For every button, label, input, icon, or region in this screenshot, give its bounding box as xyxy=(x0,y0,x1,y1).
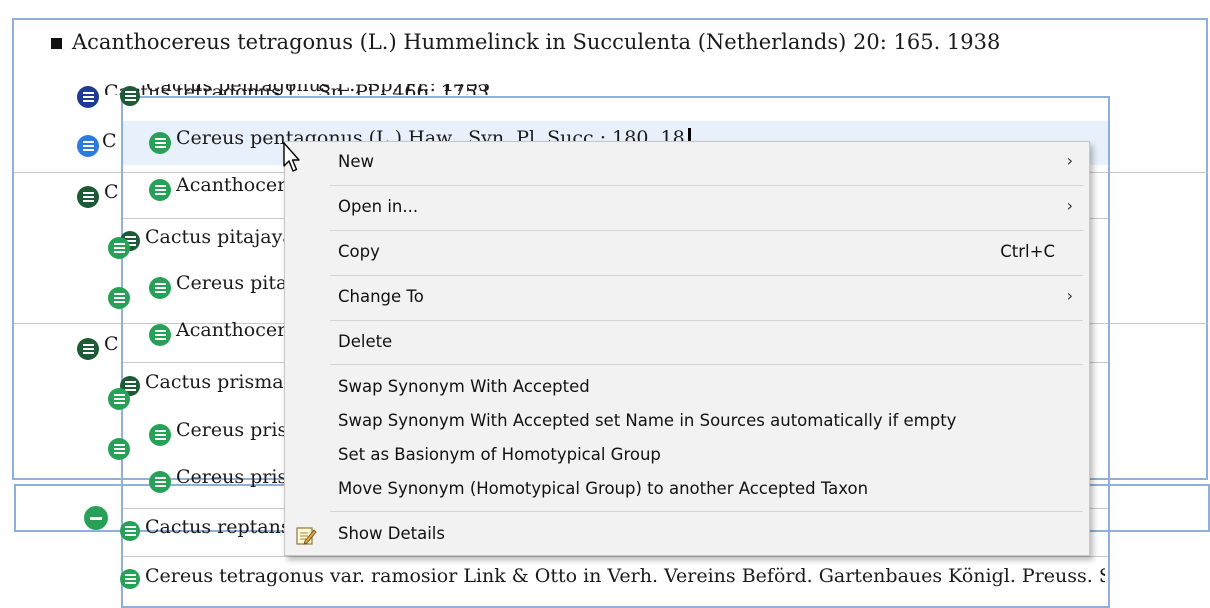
menu-separator xyxy=(330,275,1083,276)
synonym-group-text[interactable]: Cereus tetragonus var. ramosior Link & O… xyxy=(145,565,1105,587)
dash-circle-icon xyxy=(120,86,140,106)
synonym-row-text[interactable]: C xyxy=(104,181,119,203)
edit-note-icon xyxy=(296,527,317,545)
synonym-row-text[interactable]: Cereus pris xyxy=(176,466,287,488)
menu-item-move-synonym[interactable]: Move Synonym (Homotypical Group) to anot… xyxy=(338,479,868,498)
menu-item-change-to[interactable]: Change To xyxy=(338,287,424,306)
menu-item-delete[interactable]: Delete xyxy=(338,332,392,351)
menu-item-open-in[interactable]: Open in... xyxy=(338,197,418,216)
synonym-row-text[interactable]: C xyxy=(104,333,119,355)
equals-circle-icon xyxy=(108,388,130,410)
menu-separator xyxy=(330,230,1083,231)
dash-circle-icon xyxy=(77,338,99,360)
equals-circle-icon xyxy=(77,86,99,108)
menu-item-swap-synonym[interactable]: Swap Synonym With Accepted xyxy=(338,377,590,396)
mouse-pointer-icon xyxy=(283,142,300,172)
chevron-right-icon: › xyxy=(1066,196,1073,215)
chevron-right-icon: › xyxy=(1066,286,1073,305)
copy-shortcut: Ctrl+C xyxy=(1000,242,1055,261)
synonym-row-text[interactable]: Cereus pris xyxy=(176,419,287,441)
menu-item-show-details[interactable]: Show Details xyxy=(338,524,445,543)
dash-circle-icon xyxy=(120,569,140,589)
equals-circle-icon xyxy=(149,132,171,154)
accepted-taxon-heading[interactable]: Acanthocereus tetragonus (L.) Hummelinck… xyxy=(72,30,1000,54)
synonym-row-text[interactable]: Cereus pita xyxy=(176,272,287,294)
accepted-bullet-icon xyxy=(51,38,62,49)
menu-separator xyxy=(330,364,1083,365)
synonym-group-text[interactable]: Cactus pitajaya xyxy=(145,226,294,248)
equals-circle-icon xyxy=(108,438,130,460)
menu-separator xyxy=(330,185,1083,186)
synonym-group-text[interactable]: Cactus reptans xyxy=(145,516,291,538)
synonym-row-text[interactable]: Cactus pentagonus L., Sp. Pl.: 1753 xyxy=(146,84,490,106)
menu-separator xyxy=(330,320,1083,321)
menu-item-new[interactable]: New xyxy=(338,152,374,171)
equals-circle-icon xyxy=(149,179,171,201)
menu-item-copy[interactable]: Copy xyxy=(338,242,380,261)
synonym-row-text[interactable]: C xyxy=(102,130,117,152)
synonym-row-text[interactable]: Acanthocer xyxy=(176,174,286,196)
equals-circle-icon xyxy=(149,277,171,299)
menu-item-swap-synonym-set-name[interactable]: Swap Synonym With Accepted set Name in S… xyxy=(338,411,956,430)
equals-circle-icon xyxy=(149,324,171,346)
equals-circle-icon xyxy=(149,424,171,446)
menu-separator xyxy=(330,511,1083,512)
equals-circle-icon xyxy=(77,135,99,157)
dash-circle-icon xyxy=(120,521,140,541)
synonym-row-text[interactable]: Acanthocer xyxy=(176,319,286,341)
dash-circle-icon xyxy=(84,506,108,530)
menu-item-set-basionym[interactable]: Set as Basionym of Homotypical Group xyxy=(338,445,661,464)
synonym-row-overlap-label: Cactus pentagonus L., Sp. Pl.: 1753 xyxy=(146,84,491,96)
dash-circle-icon xyxy=(77,186,99,208)
chevron-right-icon: › xyxy=(1066,151,1073,170)
equals-circle-icon xyxy=(149,471,171,493)
synonym-group-text[interactable]: Cactus prismat xyxy=(145,371,291,393)
context-menu: New › Open in... › Copy Ctrl+C Change To… xyxy=(284,141,1090,556)
equals-circle-icon xyxy=(108,287,130,309)
equals-circle-icon xyxy=(108,237,130,259)
